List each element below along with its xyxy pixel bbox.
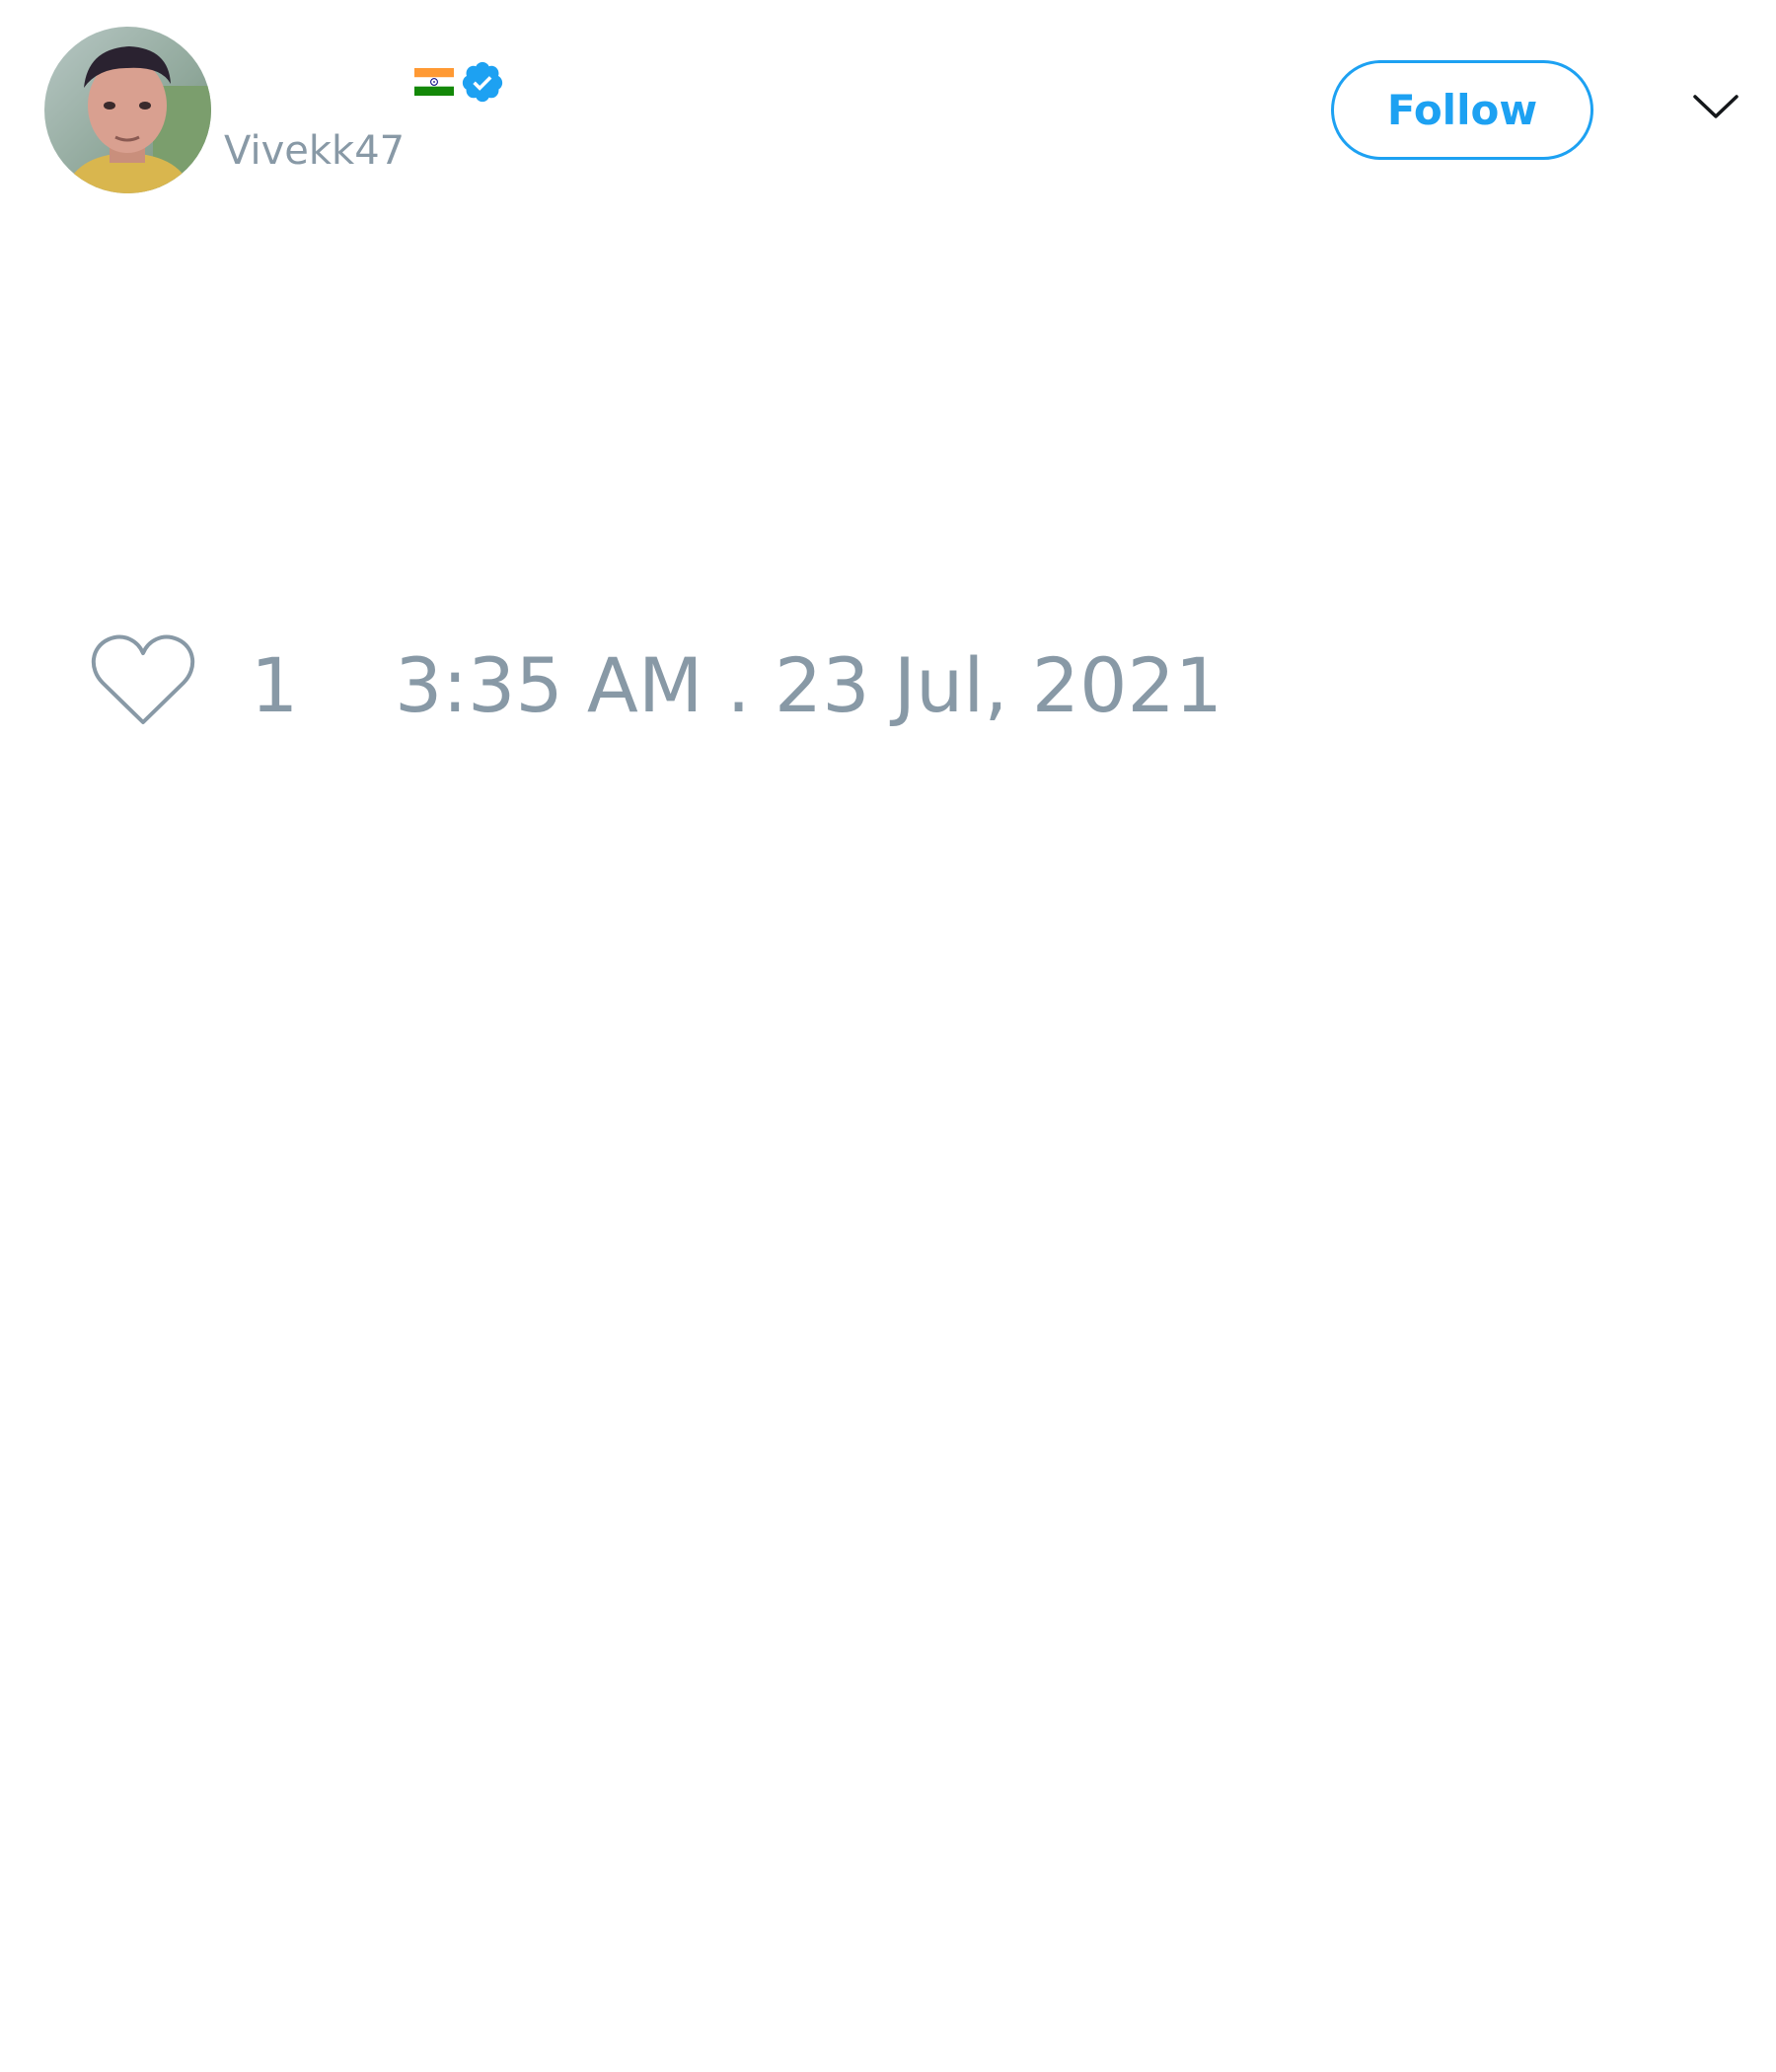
- verified-badge-icon: [460, 59, 505, 105]
- profile-photo-icon: [44, 27, 211, 193]
- india-flag-icon: [414, 68, 454, 96]
- tweet-meta-row: 1 3:35 AM . 23 Jul, 2021: [89, 631, 1667, 740]
- chevron-down-icon[interactable]: [1691, 91, 1740, 122]
- tweet-timestamp[interactable]: 3:35 AM . 23 Jul, 2021: [395, 641, 1222, 730]
- display-name[interactable]: 🇮🇳: [414, 57, 505, 107]
- heart-icon[interactable]: [89, 631, 197, 730]
- user-handle[interactable]: Vivekk47: [224, 126, 405, 176]
- follow-button[interactable]: Follow: [1331, 60, 1593, 160]
- tweet-header: 🇮🇳 Vivekk47 Follow: [0, 0, 1776, 217]
- avatar[interactable]: [44, 27, 211, 193]
- like-count: 1: [251, 641, 299, 729]
